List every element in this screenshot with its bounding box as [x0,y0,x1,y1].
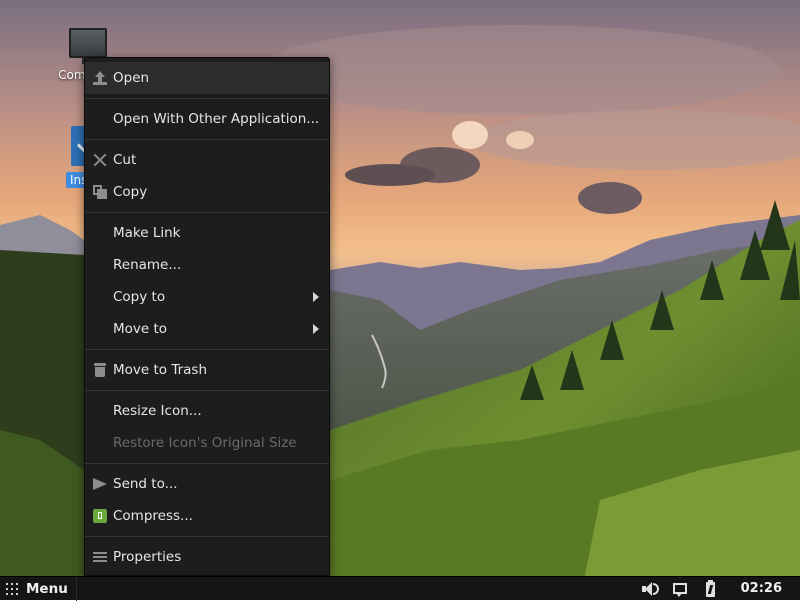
menu-item-open[interactable]: Open [85,62,329,94]
taskbar-panel: Menu 02:26 [0,576,800,601]
menu-item-copy-to[interactable]: Copy to [85,281,329,313]
menu-item-open-with[interactable]: Open With Other Application... [85,103,329,135]
menu-separator [85,212,329,213]
menu-separator [85,536,329,537]
send-icon [93,477,107,491]
battery-icon[interactable] [699,578,721,600]
menu-item-label: Rename... [113,257,182,273]
menu-item-label: Restore Icon's Original Size [113,435,297,451]
clock[interactable]: 02:26 [741,581,782,596]
menu-separator [85,390,329,391]
menu-item-label: Open [113,70,150,86]
context-menu: Open Open With Other Application... Cut … [84,57,330,576]
compress-icon [93,509,107,523]
submenu-arrow-icon [313,292,319,302]
menu-item-label: Open With Other Application... [113,111,320,127]
menu-item-make-link[interactable]: Make Link [85,217,329,249]
menu-item-move-to-trash[interactable]: Move to Trash [85,354,329,386]
menu-item-label: Cut [113,152,137,168]
menu-item-resize-icon[interactable]: Resize Icon... [85,395,329,427]
properties-icon [93,550,107,564]
menu-item-label: Send to... [113,476,178,492]
menu-item-restore-icon-size: Restore Icon's Original Size [85,427,329,459]
menu-item-rename[interactable]: Rename... [85,249,329,281]
menu-item-compress[interactable]: Compress... [85,500,329,532]
start-menu-label: Menu [26,580,68,597]
trash-icon [93,363,107,377]
submenu-arrow-icon [313,324,319,334]
menu-separator [85,139,329,140]
menu-item-label: Copy to [113,289,166,305]
menu-separator [85,349,329,350]
menu-separator [85,98,329,99]
app-grid-icon [6,582,18,595]
menu-item-label: Resize Icon... [113,403,202,419]
menu-separator [85,463,329,464]
menu-item-move-to[interactable]: Move to [85,313,329,345]
start-menu-button[interactable]: Menu [0,576,77,601]
menu-item-send-to[interactable]: Send to... [85,468,329,500]
cut-icon [93,153,107,167]
menu-item-label: Move to Trash [113,362,208,378]
notifications-icon[interactable] [669,578,691,600]
menu-item-label: Copy [113,184,148,200]
menu-item-properties[interactable]: Properties [85,541,329,573]
menu-item-label: Make Link [113,225,181,241]
system-tray: 02:26 [631,577,800,600]
copy-icon [93,185,107,199]
volume-icon[interactable] [639,578,661,600]
menu-item-label: Move to [113,321,168,337]
open-icon [93,71,107,85]
menu-item-cut[interactable]: Cut [85,144,329,176]
menu-item-label: Properties [113,549,182,565]
menu-item-label: Compress... [113,508,193,524]
menu-item-copy[interactable]: Copy [85,176,329,208]
